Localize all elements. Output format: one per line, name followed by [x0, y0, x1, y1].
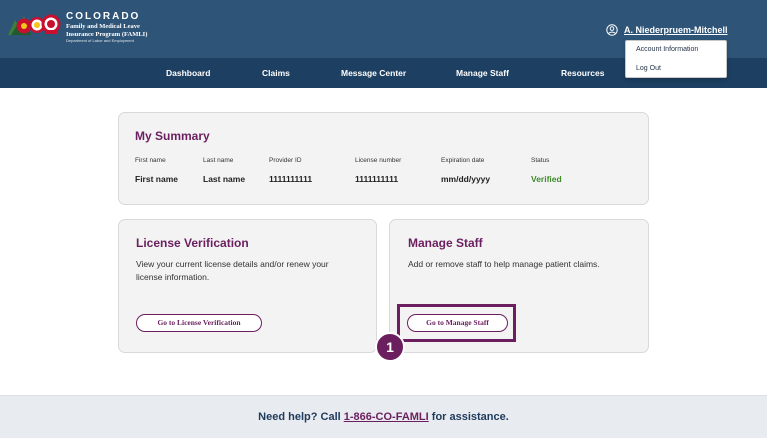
- status-badge: Verified: [531, 174, 562, 184]
- last-name-value: Last name: [203, 174, 246, 184]
- provider-id-label: Provider ID: [269, 157, 302, 164]
- expiration-date-label: Expiration date: [441, 157, 485, 164]
- license-number-value: 1111111111: [355, 174, 399, 184]
- status-label: Status: [531, 157, 550, 164]
- help-phone-link[interactable]: 1-866-CO-FAMLI: [344, 411, 429, 423]
- nav-item-manage-staff[interactable]: Manage Staff: [456, 68, 509, 78]
- license-number-label: License number: [355, 157, 402, 164]
- colorado-logo[interactable]: [7, 10, 63, 38]
- nav-item-resources[interactable]: Resources: [561, 68, 604, 78]
- brand-block: COLORADO Family and Medical Leave Insura…: [66, 11, 147, 44]
- step-number-badge: 1: [375, 332, 405, 362]
- menu-item-log-out[interactable]: Log Out: [636, 65, 661, 72]
- summary-card: My Summary First name Last name Provider…: [118, 112, 649, 205]
- provider-id-value: 1111111111: [269, 174, 313, 184]
- brand-name: COLORADO: [66, 11, 141, 22]
- last-name-label: Last name: [203, 157, 234, 164]
- license-verification-title: License Verification: [136, 236, 249, 250]
- user-icon: [606, 24, 618, 36]
- user-dropdown-menu: Account Information Log Out: [625, 40, 727, 78]
- user-name-link[interactable]: A. Niederpruem-Mitchell: [624, 25, 728, 35]
- menu-item-account-information[interactable]: Account Information: [636, 46, 698, 53]
- brand-subtitle-line2: Insurance Program (FAMLI): [66, 30, 148, 38]
- go-to-license-verification-button[interactable]: Go to License Verification: [136, 314, 262, 332]
- brand-subtitle-line1: Family and Medical Leave: [66, 23, 140, 30]
- nav-item-claims[interactable]: Claims: [262, 68, 290, 78]
- first-name-value: First name: [135, 174, 178, 184]
- user-account-menu[interactable]: A. Niederpruem-Mitchell: [606, 24, 728, 36]
- license-verification-card: License Verification View your current l…: [118, 219, 377, 353]
- expiration-date-value: mm/dd/yyyy: [441, 174, 491, 184]
- nav-item-message-center[interactable]: Message Center: [341, 68, 406, 78]
- help-footer: Need help? Call 1-866-CO-FAMLI for assis…: [0, 395, 767, 438]
- manage-staff-description: Add or remove staff to help manage patie…: [408, 259, 600, 269]
- summary-title: My Summary: [135, 129, 210, 143]
- help-text-prefix: Need help? Call: [258, 411, 344, 423]
- help-text: Need help? Call 1-866-CO-FAMLI for assis…: [0, 411, 767, 423]
- manage-staff-title: Manage Staff: [408, 236, 483, 250]
- help-text-suffix: for assistance.: [428, 411, 509, 423]
- license-verification-description: View your current license details and/or…: [136, 259, 329, 282]
- first-name-label: First name: [135, 157, 166, 164]
- step-highlight-box: [397, 304, 516, 342]
- brand-department: Department of Labor and Employment: [66, 38, 134, 43]
- nav-item-dashboard[interactable]: Dashboard: [166, 68, 210, 78]
